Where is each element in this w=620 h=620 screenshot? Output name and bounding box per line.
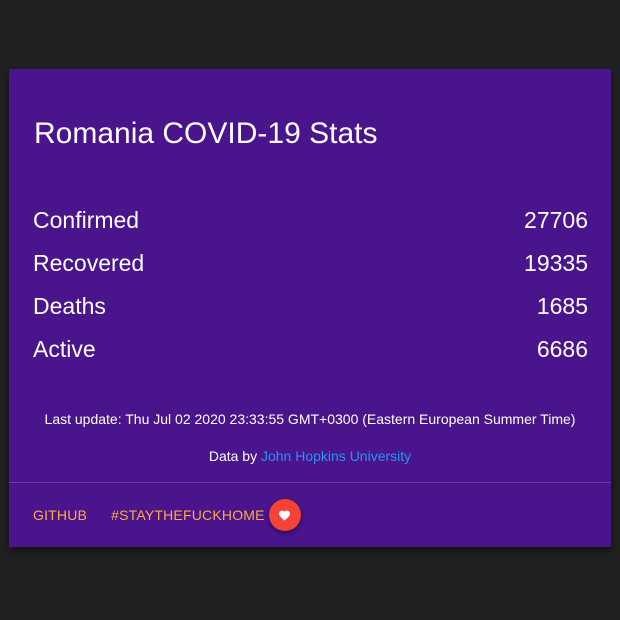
stat-row-recovered: Recovered 19335 (33, 242, 588, 285)
heart-button[interactable] (268, 499, 301, 531)
stat-value: 19335 (524, 250, 588, 276)
stats-list: Confirmed 27706 Recovered 19335 Deaths 1… (33, 199, 588, 371)
stat-value: 27706 (524, 207, 588, 233)
stat-label: Confirmed (33, 207, 140, 233)
stat-value: 1685 (536, 293, 588, 319)
last-update-text: Last update: Thu Jul 02 2020 23:33:55 GM… (44, 411, 576, 427)
john-hopkins-link[interactable]: John Hopkins University (261, 448, 411, 464)
card-actions: GITHUB #STAYTHEFUCKHOME (33, 497, 301, 533)
stat-label: Active (33, 336, 96, 362)
stat-label: Deaths (33, 293, 106, 319)
card-title: Romania COVID-19 Stats (34, 117, 378, 150)
data-source-line: Data by John Hopkins University (9, 446, 611, 466)
card-divider (9, 482, 611, 483)
stat-row-confirmed: Confirmed 27706 (33, 199, 588, 242)
stat-value: 6686 (536, 336, 588, 362)
stay-home-link[interactable]: #STAYTHEFUCKHOME (111, 497, 265, 533)
stat-label: Recovered (33, 250, 145, 276)
stats-card: Romania COVID-19 Stats Confirmed 27706 R… (9, 69, 611, 547)
data-source-prefix: Data by (208, 448, 258, 464)
github-link[interactable]: GITHUB (33, 497, 87, 533)
heart-icon (279, 510, 291, 521)
stat-row-active: Active 6686 (33, 328, 588, 371)
stat-row-deaths: Deaths 1685 (33, 285, 588, 328)
